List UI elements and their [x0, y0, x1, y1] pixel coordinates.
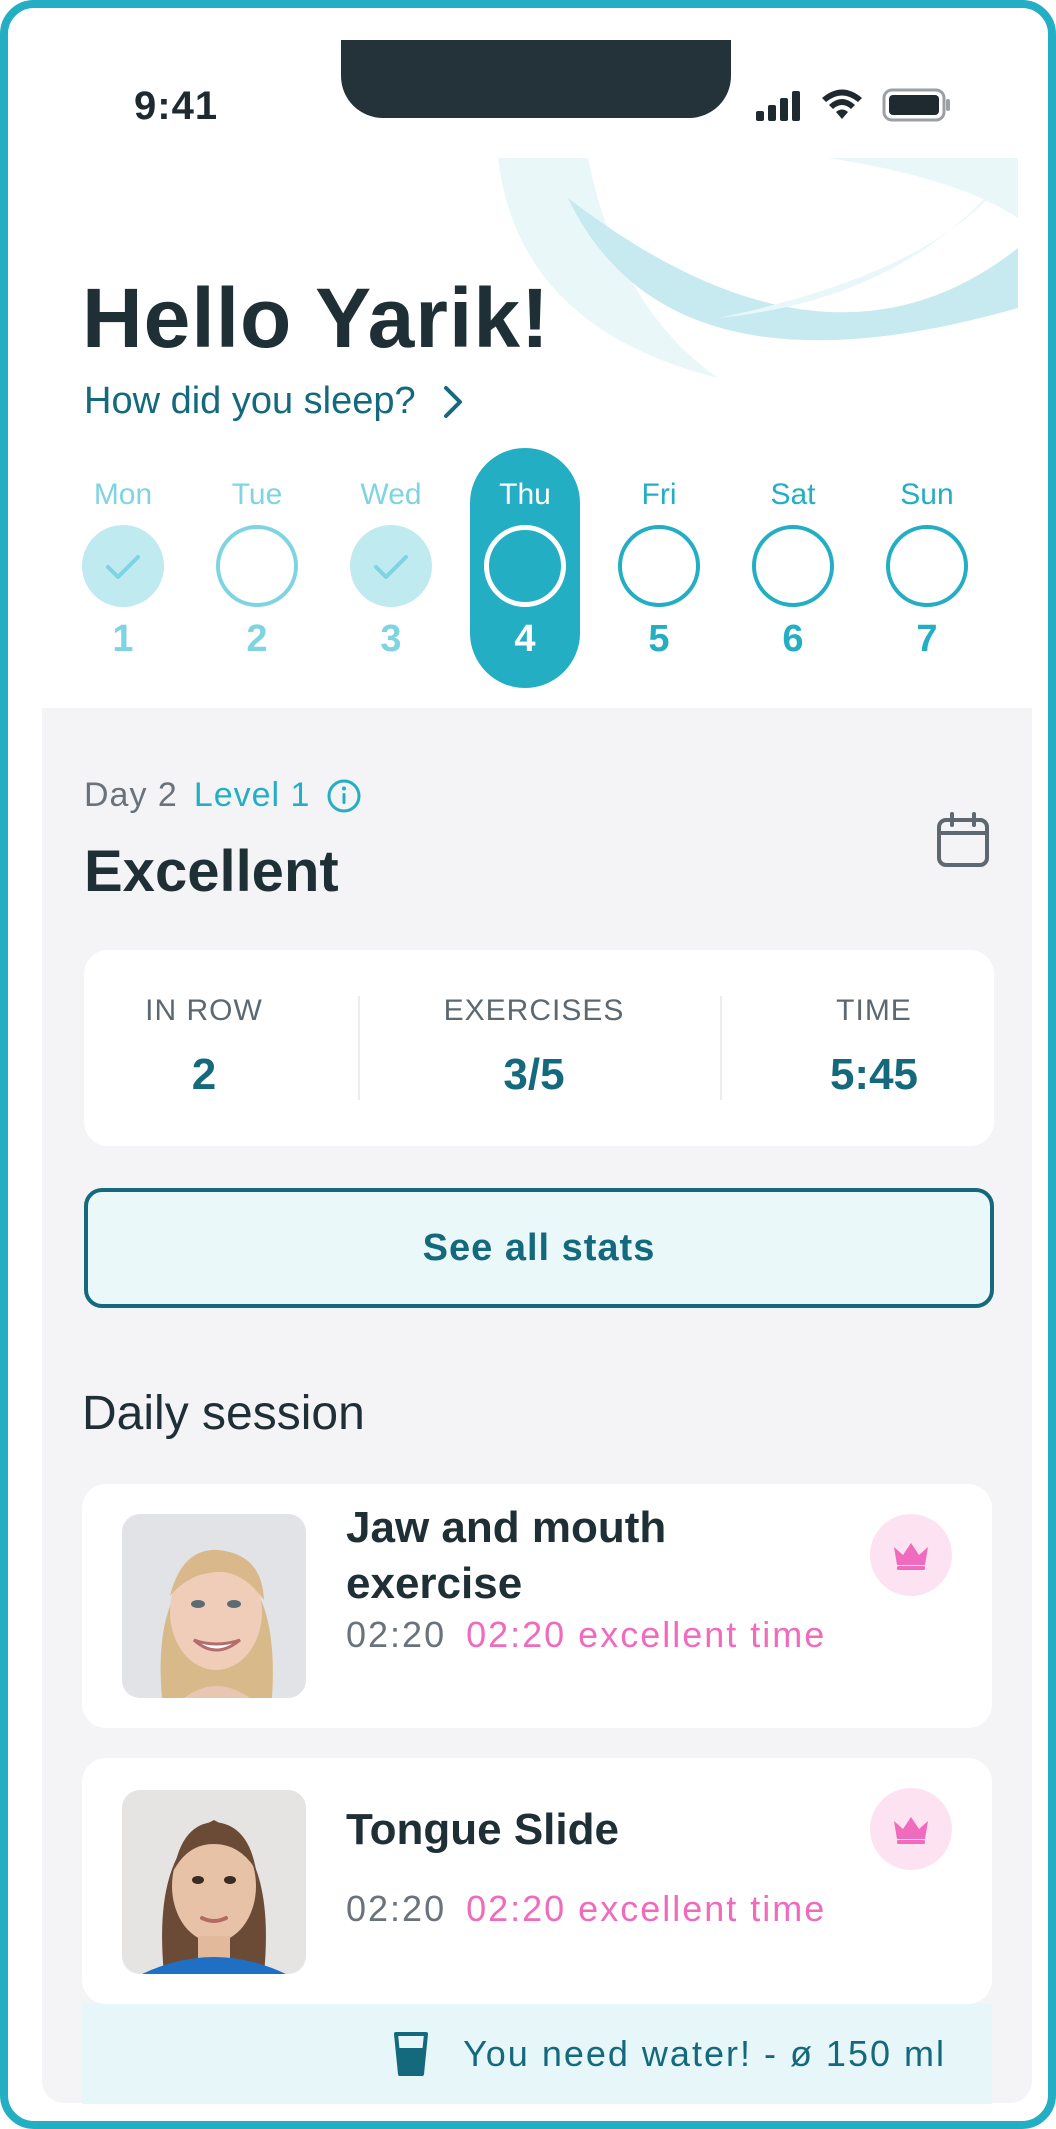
- crown-icon: [894, 1543, 928, 1570]
- day-mon[interactable]: Mon 1: [68, 448, 178, 688]
- day-number: 7: [916, 618, 938, 660]
- day-status-circle: [886, 525, 968, 607]
- day-fri[interactable]: Fri 5: [604, 448, 714, 688]
- day-number: 3: [380, 618, 402, 660]
- daily-session-title: Daily session: [82, 1387, 365, 1440]
- progress-meta: Day 2 Level 1: [84, 776, 362, 815]
- water-glass-icon: [394, 2032, 429, 2076]
- exercise-thumbnail: [122, 1790, 306, 1974]
- phone-frame: 9:41 Hello Yarik! How did you sleep? Mon…: [0, 0, 1056, 2129]
- exercise-title-line: exercise: [346, 1559, 523, 1608]
- chevron-right-icon: [443, 385, 462, 418]
- day-name: Thu: [499, 478, 551, 511]
- exercise-excellent-time: 02:20 excellent time: [466, 1888, 827, 1929]
- sleep-prompt-link[interactable]: How did you sleep?: [84, 380, 464, 423]
- face-illustration: [122, 1790, 306, 1974]
- day-status-circle: [618, 525, 700, 607]
- exercise-title: Jaw and mouth exercise: [346, 1500, 666, 1612]
- day-number: 1: [112, 618, 134, 660]
- exercise-card[interactable]: Tongue Slide 02:20 02:20 excellent time: [82, 1758, 992, 2004]
- day-label: Day 2: [84, 776, 178, 814]
- premium-badge: [870, 1788, 952, 1870]
- stats-card: IN ROW 2 EXERCISES 3/5 TIME 5:45: [84, 950, 994, 1146]
- day-name: Tue: [231, 478, 283, 511]
- exercise-time: 02:20: [346, 1888, 447, 1929]
- stat-label: EXERCISES: [443, 994, 625, 1027]
- premium-badge: [870, 1514, 952, 1596]
- day-thu[interactable]: Thu 4: [470, 448, 580, 688]
- exercise-times: 02:20 02:20 excellent time: [346, 1888, 826, 1930]
- status-icons: [754, 88, 952, 122]
- exercise-excellent-time: 02:20 excellent time: [466, 1614, 827, 1655]
- day-number: 4: [514, 618, 536, 660]
- stat-value: 2: [191, 1050, 217, 1099]
- exercise-thumbnail: [122, 1514, 306, 1698]
- greeting-title: Hello Yarik!: [82, 271, 551, 365]
- stat-value: 5:45: [829, 1050, 919, 1099]
- water-reminder-bar[interactable]: You need water! - ø 150 ml: [82, 2004, 992, 2104]
- day-sun[interactable]: Sun 7: [872, 448, 982, 688]
- exercise-title: Tongue Slide: [346, 1802, 619, 1858]
- crown-icon: [894, 1817, 928, 1844]
- day-number: 2: [246, 618, 268, 660]
- level-label: Level 1: [193, 776, 311, 814]
- day-name: Mon: [93, 478, 153, 511]
- day-status-circle: [752, 525, 834, 607]
- face-illustration: [122, 1514, 306, 1698]
- stat-divider: [720, 996, 722, 1100]
- calendar-icon[interactable]: [936, 812, 990, 868]
- water-reminder-text: You need water! - ø 150 ml: [463, 2033, 946, 2074]
- stat-divider: [358, 996, 360, 1100]
- stat-label: TIME: [836, 994, 912, 1027]
- exercise-title-line: Tongue Slide: [346, 1805, 619, 1854]
- day-name: Fri: [641, 478, 677, 511]
- day-tue[interactable]: Tue 2: [202, 448, 312, 688]
- day-number: 6: [782, 618, 804, 660]
- see-all-stats-button[interactable]: See all stats: [84, 1188, 994, 1308]
- day-number: 5: [648, 618, 670, 660]
- info-icon[interactable]: [326, 778, 362, 814]
- week-selector: Mon 1 Tue 2 Wed 3 Thu 4 Fri 5 Sat 6 Sun …: [68, 448, 1018, 688]
- exercise-times: 02:20 02:20 excellent time: [346, 1614, 826, 1656]
- signal-icon: [756, 91, 800, 121]
- stat-in-row: IN ROW 2: [104, 950, 304, 1146]
- exercise-title-line: Jaw and mouth: [346, 1503, 667, 1552]
- check-icon: [106, 555, 140, 579]
- sleep-prompt-label: How did you sleep?: [84, 380, 416, 422]
- day-wed[interactable]: Wed 3: [336, 448, 446, 688]
- day-status-circle: [216, 525, 298, 607]
- day-name: Sat: [770, 478, 816, 511]
- day-status-circle: [350, 525, 432, 607]
- device-notch: [341, 40, 731, 118]
- day-sat[interactable]: Sat 6: [738, 448, 848, 688]
- day-status-circle: [82, 525, 164, 607]
- day-status-circle: [484, 525, 566, 607]
- stat-value: 3/5: [503, 1050, 565, 1099]
- day-name: Sun: [900, 478, 954, 511]
- day-name: Wed: [360, 478, 422, 511]
- exercise-card[interactable]: Jaw and mouth exercise 02:20 02:20 excel…: [82, 1484, 992, 1728]
- exercise-time: 02:20: [346, 1614, 447, 1655]
- battery-icon: [882, 88, 950, 122]
- wifi-icon: [822, 89, 862, 119]
- status-time: 9:41: [134, 84, 219, 128]
- progress-status: Excellent: [84, 839, 339, 904]
- stat-exercises: EXERCISES 3/5: [414, 950, 654, 1146]
- stat-label: IN ROW: [145, 994, 263, 1027]
- check-icon: [374, 555, 408, 579]
- stat-time: TIME 5:45: [774, 950, 974, 1146]
